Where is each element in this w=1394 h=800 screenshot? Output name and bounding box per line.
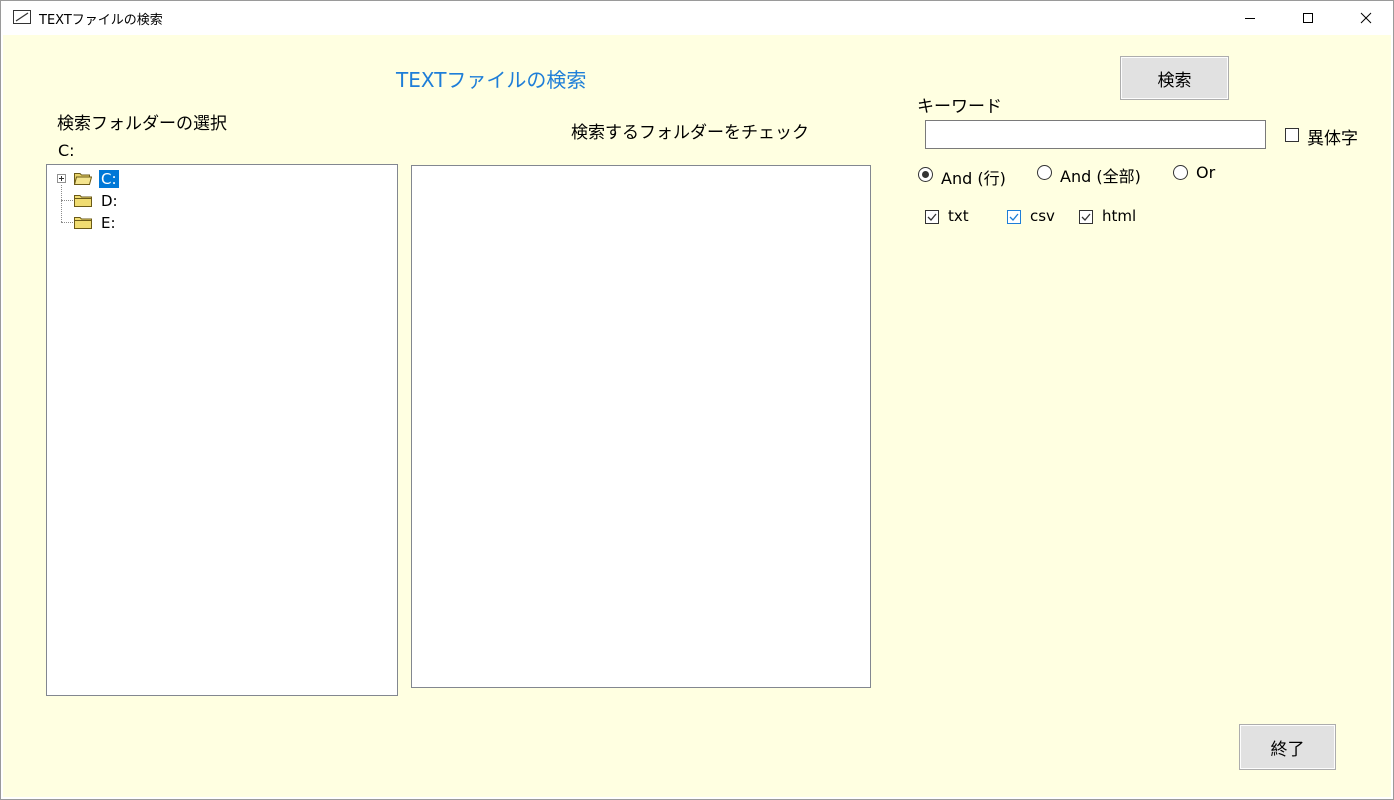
html-checkbox[interactable] bbox=[1079, 210, 1093, 224]
html-label: html bbox=[1102, 207, 1137, 225]
radio-and-all-label: And (全部) bbox=[1060, 167, 1141, 186]
open-folder-icon bbox=[74, 173, 92, 185]
folder-icon bbox=[74, 195, 92, 207]
expand-toggle[interactable] bbox=[57, 174, 66, 183]
maximize-icon bbox=[1303, 13, 1313, 23]
app-window: TEXTファイルの検索 TEXTファイルの検索 検索フォルダーの選択 C: 検索… bbox=[0, 0, 1394, 800]
client-area: TEXTファイルの検索 検索フォルダーの選択 C: 検索するフォルダーをチェック… bbox=[3, 35, 1391, 797]
folder-tree[interactable]: C: D: E: bbox=[46, 164, 398, 696]
checkmark-icon bbox=[1081, 213, 1091, 221]
check-folder-label: 検索するフォルダーをチェック bbox=[571, 123, 809, 143]
csv-label: csv bbox=[1030, 207, 1055, 225]
tree-node-c[interactable]: C: bbox=[99, 170, 119, 188]
page-title: TEXTファイルの検索 bbox=[396, 68, 587, 92]
title-bar[interactable]: TEXTファイルの検索 bbox=[1, 1, 1393, 35]
minimize-button[interactable] bbox=[1221, 1, 1279, 35]
tree-node-d[interactable]: D: bbox=[99, 192, 120, 210]
app-icon bbox=[13, 10, 31, 24]
search-button[interactable]: 検索 bbox=[1120, 56, 1229, 100]
radio-or-label: Or bbox=[1196, 163, 1216, 182]
tree-connector bbox=[61, 222, 73, 223]
current-path-label: C: bbox=[58, 141, 75, 160]
keyword-input[interactable] bbox=[925, 120, 1266, 149]
variant-checkbox[interactable] bbox=[1285, 128, 1299, 142]
close-icon bbox=[1360, 12, 1372, 24]
radio-selected-dot bbox=[922, 171, 929, 178]
txt-label: txt bbox=[948, 207, 969, 225]
folder-select-label: 検索フォルダーの選択 bbox=[57, 114, 227, 134]
window-title: TEXTファイルの検索 bbox=[39, 13, 163, 28]
csv-checkbox[interactable] bbox=[1007, 210, 1021, 224]
exit-button[interactable]: 終了 bbox=[1239, 724, 1336, 770]
radio-and-line[interactable] bbox=[918, 167, 933, 182]
keyword-label: キーワード bbox=[917, 97, 1002, 117]
folder-icon bbox=[74, 217, 92, 229]
radio-and-line-label: And (行) bbox=[941, 169, 1006, 188]
checkmark-icon bbox=[927, 213, 937, 221]
radio-or[interactable] bbox=[1173, 165, 1188, 180]
tree-connector bbox=[61, 200, 73, 201]
checkmark-icon bbox=[1009, 213, 1019, 221]
tree-connector bbox=[61, 185, 62, 222]
txt-checkbox[interactable] bbox=[925, 210, 939, 224]
checked-folder-list[interactable] bbox=[411, 165, 871, 688]
minimize-icon bbox=[1245, 18, 1255, 19]
variant-label: 異体字 bbox=[1307, 129, 1358, 149]
tree-node-e[interactable]: E: bbox=[99, 214, 118, 232]
close-button[interactable] bbox=[1337, 1, 1394, 35]
maximize-button[interactable] bbox=[1279, 1, 1337, 35]
plus-icon bbox=[59, 176, 64, 181]
radio-and-all[interactable] bbox=[1037, 165, 1052, 180]
